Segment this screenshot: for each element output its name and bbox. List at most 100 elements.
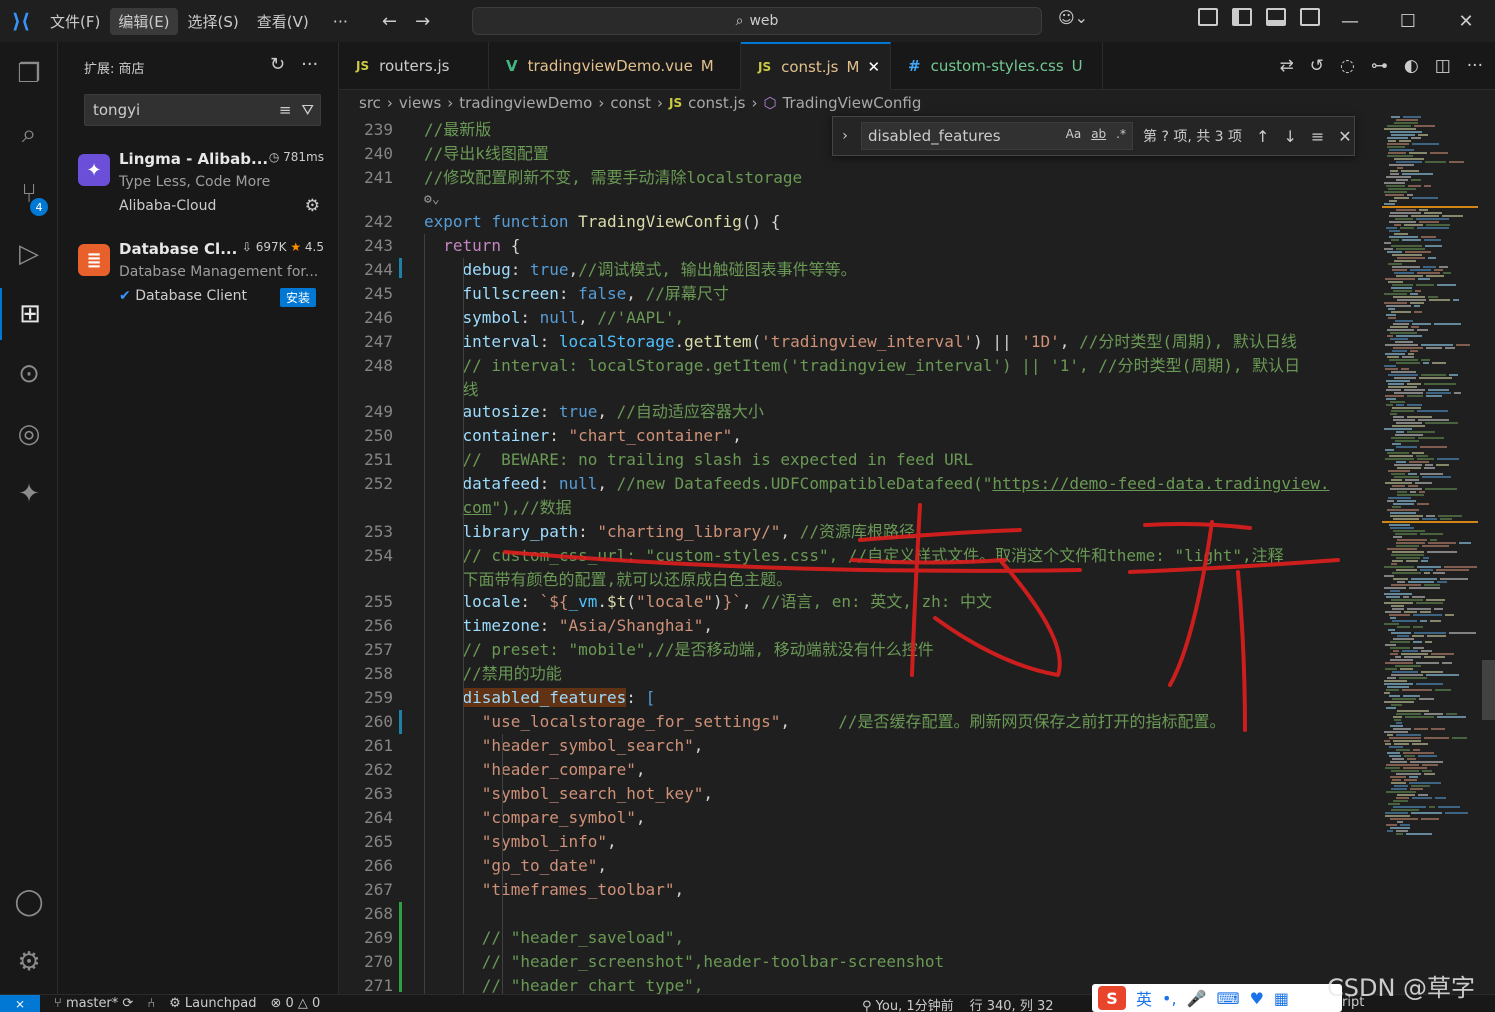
clear-filter-icon[interactable]: ≡ [279, 101, 292, 119]
code-line[interactable]: 265 "symbol_info", [339, 830, 1379, 854]
codelens-icon[interactable]: ⚙⌄ [424, 188, 440, 212]
code-line[interactable]: 243 return { [339, 234, 1379, 258]
customize-layout-icon[interactable] [1198, 8, 1218, 26]
codelens-row[interactable]: ⚙⌄ [339, 188, 1379, 212]
ime-punctuation-icon[interactable]: •, [1162, 989, 1177, 1008]
toggle-primary-sidebar-icon[interactable] [1232, 8, 1252, 26]
maximize-icon[interactable]: ☐ [1379, 0, 1437, 42]
code-line[interactable]: 252 datafeed: null, //new Datafeeds.UDFC… [339, 472, 1379, 496]
code-line[interactable]: 262 "header_compare", [339, 758, 1379, 782]
breadcrumb-item[interactable]: TradingViewConfig [783, 94, 922, 112]
git-change-marker[interactable] [399, 258, 402, 278]
code-line[interactable]: 256 timezone: "Asia/Shanghai", [339, 614, 1379, 638]
ime-keyboard-icon[interactable]: ⌨ [1216, 989, 1239, 1008]
find-in-selection-icon[interactable]: ≡ [1311, 127, 1324, 146]
code-line[interactable]: 254 // custom_css_url: "custom-styles.cs… [339, 544, 1379, 568]
manage-gear-icon[interactable]: ⚙ [305, 196, 320, 216]
remote-indicator-icon[interactable]: ⨯ [0, 994, 40, 1012]
refresh-icon[interactable]: ↻ [270, 54, 285, 75]
launchpad-status[interactable]: ⚙ Launchpad [169, 996, 256, 1011]
menu-file[interactable]: 文件(F) [42, 8, 108, 35]
branch-status[interactable]: ⑂ master* ⟳ [54, 996, 133, 1011]
menu-selection[interactable]: 选择(S) [180, 8, 247, 35]
ime-language-toggle[interactable]: 英 [1136, 986, 1152, 1010]
close-find-icon[interactable]: ✕ [1338, 127, 1351, 146]
git-graph-icon[interactable]: ⊙ [0, 348, 58, 400]
code-line[interactable]: 264 "compare_symbol", [339, 806, 1379, 830]
install-button[interactable]: 安装 [279, 288, 316, 307]
code-line[interactable]: 线 [339, 378, 1379, 402]
code-line[interactable]: 下面带有颜色的配置,就可以还原成白色主题。 [339, 568, 1379, 592]
code-line[interactable]: 257 // preset: "mobile",//是否移动端, 移动端就没有什… [339, 638, 1379, 662]
next-match-icon[interactable]: ↓ [1283, 127, 1296, 146]
menu-view[interactable]: 查看(V) [249, 8, 317, 35]
more-actions-icon[interactable]: ··· [301, 54, 318, 75]
match-word-toggle[interactable]: ab [1091, 127, 1106, 141]
code-line[interactable]: 251 // BEWARE: no trailing slash is expe… [339, 448, 1379, 472]
scrollbar-thumb[interactable] [1482, 660, 1495, 720]
back-arrow-icon[interactable]: ← [382, 11, 397, 32]
cursor-position[interactable]: 行 340, 列 32 [970, 995, 1054, 1012]
lingma-icon[interactable]: ✦ [0, 468, 58, 520]
close-icon[interactable]: ✕ [1437, 0, 1495, 42]
previous-match-icon[interactable]: ↑ [1256, 127, 1269, 146]
code-line[interactable]: 259 disabled_features: [ [339, 686, 1379, 710]
code-line[interactable]: 250 container: "chart_container", [339, 424, 1379, 448]
tab-tradingviewdemo-vue[interactable]: V tradingviewDemo.vue M [489, 42, 741, 90]
run-debug-icon[interactable]: ▷ [0, 228, 58, 280]
filter-icon[interactable]: ⛛ [301, 101, 314, 119]
git-commit-icon[interactable]: ◌ [1340, 56, 1355, 76]
remote-explorer-icon[interactable]: ◎ [0, 408, 58, 460]
compare-changes-icon[interactable]: ⇄ [1280, 56, 1294, 76]
ime-skin-icon[interactable]: ♥ [1250, 989, 1264, 1008]
sogou-logo-icon[interactable]: S [1098, 986, 1126, 1010]
command-center-search[interactable]: ⌕ web [472, 7, 1042, 35]
git-graph-status-icon[interactable]: ⑃ [147, 996, 155, 1011]
regex-toggle[interactable]: .* [1116, 127, 1126, 141]
git-change-marker[interactable] [399, 710, 402, 734]
copilot-icon[interactable]: ☺⌄ [1058, 8, 1088, 27]
git-revert-icon[interactable]: ↺ [1310, 56, 1324, 76]
accounts-icon[interactable]: ◯ [0, 876, 58, 928]
forward-arrow-icon[interactable]: → [415, 11, 430, 32]
code-line[interactable]: 260 "use_localstorage_for_settings", //是… [339, 710, 1379, 734]
code-line[interactable]: 261 "header_symbol_search", [339, 734, 1379, 758]
menu-edit[interactable]: 编辑(E) [110, 7, 178, 35]
tab-close-icon[interactable]: ✕ [867, 58, 880, 76]
breadcrumb-item[interactable]: const [610, 94, 651, 112]
ime-voice-icon[interactable]: 🎤 [1187, 989, 1207, 1008]
code-line[interactable]: 248 // interval: localStorage.getItem('t… [339, 354, 1379, 378]
code-line[interactable]: 253 library_path: "charting_library/", /… [339, 520, 1379, 544]
code-line[interactable]: 246 symbol: null, //'AAPL', [339, 306, 1379, 330]
code-line[interactable]: com"),//数据 [339, 496, 1379, 520]
code-line[interactable]: 266 "go_to_date", [339, 854, 1379, 878]
match-case-toggle[interactable]: Aa [1066, 127, 1082, 141]
code-line[interactable]: 242 export function TradingViewConfig() { [339, 210, 1379, 234]
vertical-scrollbar[interactable] [1482, 116, 1495, 994]
source-control-icon[interactable]: ⑂ 4 [0, 168, 58, 220]
breadcrumb-item[interactable]: views [399, 94, 441, 112]
minimap[interactable] [1378, 116, 1482, 836]
find-input[interactable]: disabled_features Aa ab .* [861, 122, 1133, 150]
tab-routers-js[interactable]: JS routers.js [339, 42, 489, 90]
tab-custom-styles-css[interactable]: # custom-styles.css U [891, 42, 1103, 90]
extensions-icon[interactable]: ⊞ [0, 288, 58, 340]
code-line[interactable]: 244 debug: true,//调试模式, 输出触碰图表事件等等。 [339, 258, 1379, 282]
breadcrumb-item[interactable]: const.js [688, 94, 745, 112]
code-line[interactable]: 263 "symbol_search_hot_key", [339, 782, 1379, 806]
toggle-replace-chevron-icon[interactable]: › [833, 128, 857, 144]
extension-search-input[interactable]: tongyi ≡ ⛛ [84, 94, 321, 126]
git-blame-status[interactable]: ⚲ You, 1分钟前 [862, 995, 954, 1012]
code-line[interactable]: 245 fullscreen: false, //屏幕尺寸 [339, 282, 1379, 306]
code-line[interactable]: 269 // "header_saveload", [339, 926, 1379, 950]
extension-item-lingma[interactable]: ✦ Lingma - Alibab... ◷ 781ms Type Less, … [76, 150, 334, 220]
breadcrumb-item[interactable]: src [359, 94, 381, 112]
more-editor-actions-icon[interactable]: ··· [1467, 56, 1483, 76]
settings-gear-icon[interactable]: ⚙ [0, 936, 58, 988]
code-line[interactable]: 247 interval: localStorage.getItem('trad… [339, 330, 1379, 354]
tab-const-js[interactable]: JS const.js M ✕ [741, 42, 891, 90]
ime-tools-icon[interactable]: ▦ [1274, 989, 1289, 1008]
toggle-panel-icon[interactable] [1266, 8, 1286, 26]
code-editor[interactable]: ⚙⌄ 239 //最新版 240 //导出k线图配置 241 //修改配置刷新不变, 需要手… [339, 116, 1495, 994]
code-line[interactable]: 258 //禁用的功能 [339, 662, 1379, 686]
